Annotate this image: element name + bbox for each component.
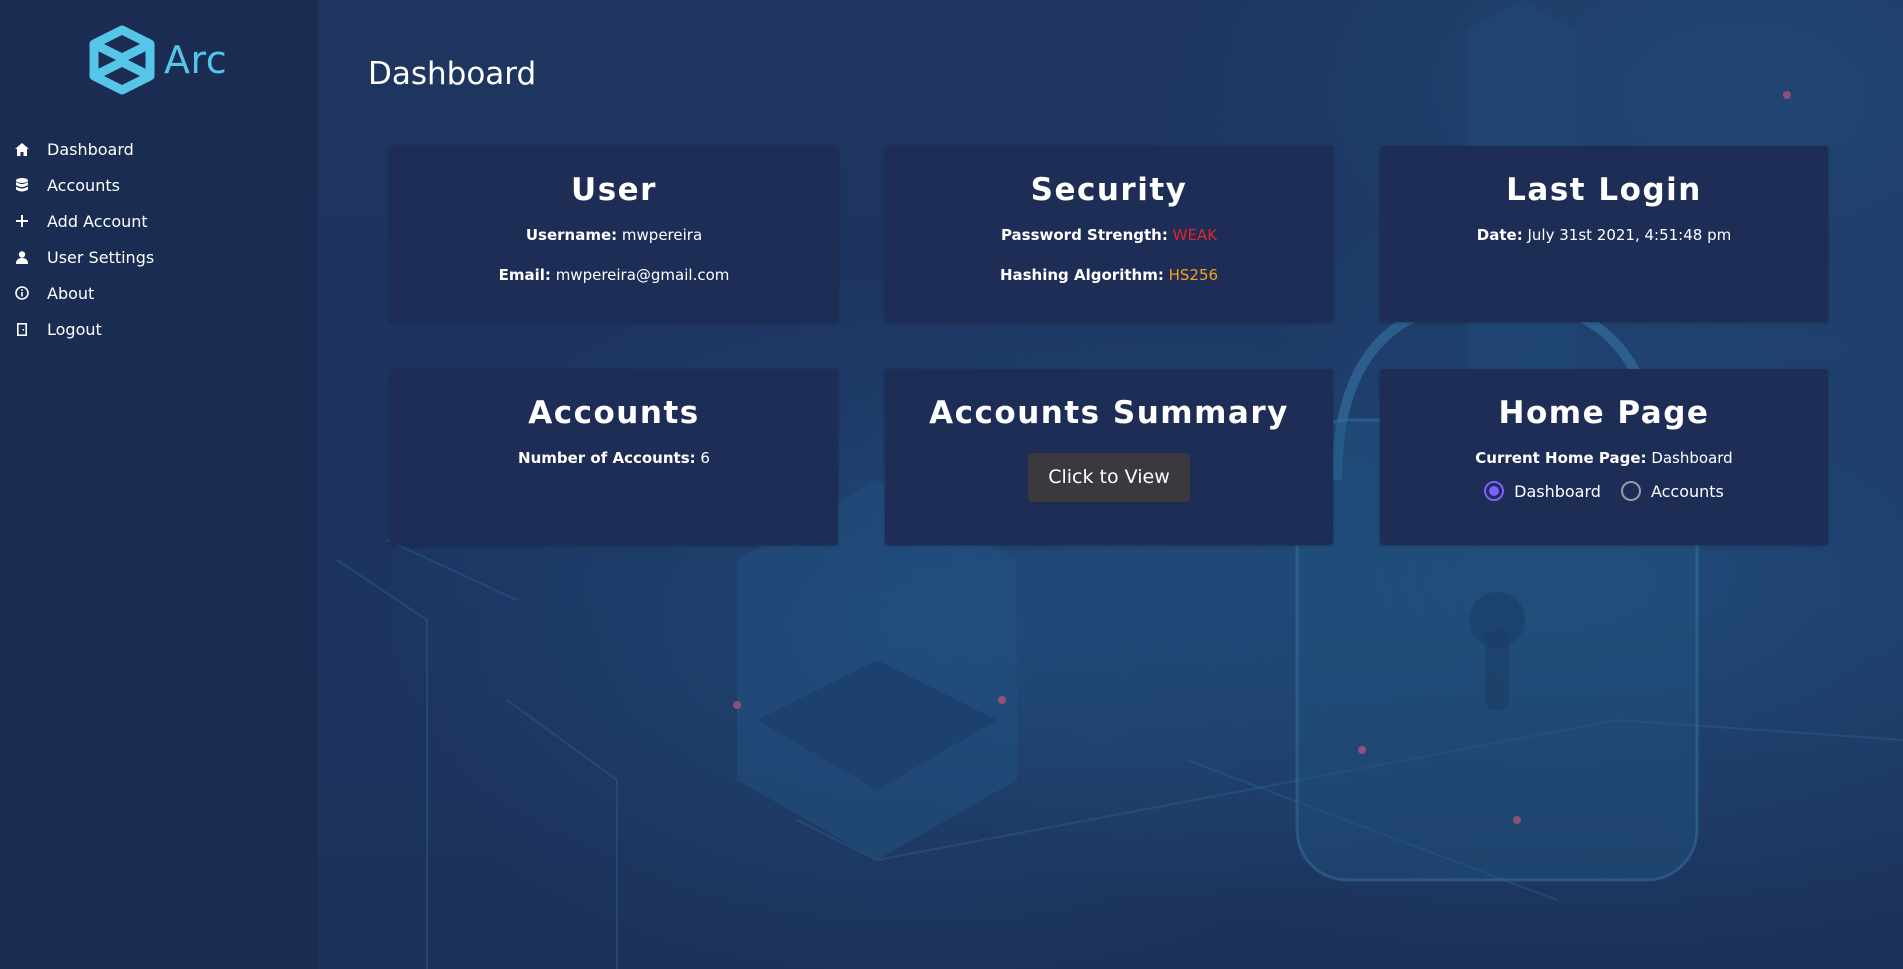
password-strength-label: Password Strength: [1000, 226, 1168, 244]
sidebar-item-accounts[interactable]: Accounts [0, 167, 317, 203]
accounts-count-label: Number of Accounts: [518, 449, 696, 467]
card-title: Home Page [1498, 395, 1710, 431]
sidebar-item-about[interactable]: About [0, 275, 317, 311]
current-home-page-label: Current Home Page: [1475, 449, 1647, 467]
sidebar-item-label: Add Account [47, 211, 148, 231]
sidebar-item-dashboard[interactable]: Dashboard [0, 131, 317, 167]
date-value: July 31st 2021, 4:51:48 pm [1527, 226, 1732, 244]
radio-button[interactable] [1620, 481, 1641, 501]
hashing-algorithm-label: Hashing Algorithm: [999, 266, 1164, 284]
user-card: User Username: mwpereira Email: mwpereir… [390, 146, 838, 322]
sidebar-item-logout[interactable]: Logout [0, 311, 317, 347]
sidebar-item-add-account[interactable]: Add Account [0, 203, 317, 239]
database-icon [14, 177, 30, 193]
radio-label: Dashboard [1514, 481, 1601, 501]
radio-accounts[interactable]: Accounts [1620, 481, 1724, 501]
card-title: Accounts [528, 395, 700, 431]
accounts-count-value: 6 [700, 449, 710, 467]
email-row: Email: mwpereira@gmail.com [390, 262, 838, 288]
security-card: Security Password Strength: WEAK Hashing… [885, 146, 1333, 322]
card-title: User [571, 172, 657, 208]
username-label: Username: [525, 226, 618, 244]
click-to-view-button[interactable]: Click to View [1028, 453, 1190, 502]
email-value: mwpereira@gmail.com [555, 266, 730, 284]
sidebar-item-user-settings[interactable]: User Settings [0, 239, 317, 275]
sidebar-item-label: User Settings [47, 247, 155, 267]
password-strength-row: Password Strength: WEAK [885, 222, 1333, 248]
hashing-algorithm-value: HS256 [1168, 266, 1219, 284]
sidebar-nav: Dashboard Accounts Add Account User Sett… [0, 131, 317, 347]
user-icon [14, 249, 30, 265]
last-login-card: Last Login Date: July 31st 2021, 4:51:48… [1380, 146, 1828, 322]
page-title: Dashboard [368, 56, 537, 92]
sidebar-item-label: About [47, 283, 95, 303]
card-title: Security [1030, 172, 1188, 208]
accounts-summary-card: Accounts Summary Click to View [885, 369, 1333, 545]
sidebar-item-label: Accounts [47, 175, 120, 195]
password-strength-value: WEAK [1172, 226, 1218, 244]
card-title: Last Login [1506, 172, 1702, 208]
info-icon [14, 285, 30, 301]
email-label: Email: [498, 266, 551, 284]
card-title: Accounts Summary [929, 395, 1289, 431]
app-name: Arc [164, 38, 228, 82]
radio-label: Accounts [1650, 481, 1724, 501]
home-page-card: Home Page Current Home Page: Dashboard D… [1380, 369, 1828, 545]
accounts-count-row: Number of Accounts: 6 [390, 445, 838, 471]
app-logo[interactable]: Arc [86, 24, 246, 96]
last-login-date-row: Date: July 31st 2021, 4:51:48 pm [1380, 222, 1828, 248]
home-page-radio-group: Dashboard Accounts [1380, 481, 1828, 501]
sidebar: Arc Dashboard Accounts Add Account User … [0, 0, 317, 969]
door-icon [14, 321, 30, 337]
current-home-page-value: Dashboard [1651, 449, 1733, 467]
username-value: mwpereira [621, 226, 703, 244]
current-home-page-row: Current Home Page: Dashboard [1380, 445, 1828, 471]
accounts-card: Accounts Number of Accounts: 6 [390, 369, 838, 545]
radio-dashboard[interactable]: Dashboard [1484, 481, 1601, 501]
home-icon [14, 141, 30, 157]
plus-icon [14, 213, 30, 229]
username-row: Username: mwpereira [390, 222, 838, 248]
radio-button-selected[interactable] [1484, 481, 1505, 501]
date-label: Date: [1476, 226, 1523, 244]
sidebar-item-label: Logout [47, 319, 102, 339]
arc-logo-icon [89, 25, 155, 95]
hashing-algorithm-row: Hashing Algorithm: HS256 [885, 262, 1333, 288]
sidebar-item-label: Dashboard [47, 139, 134, 159]
